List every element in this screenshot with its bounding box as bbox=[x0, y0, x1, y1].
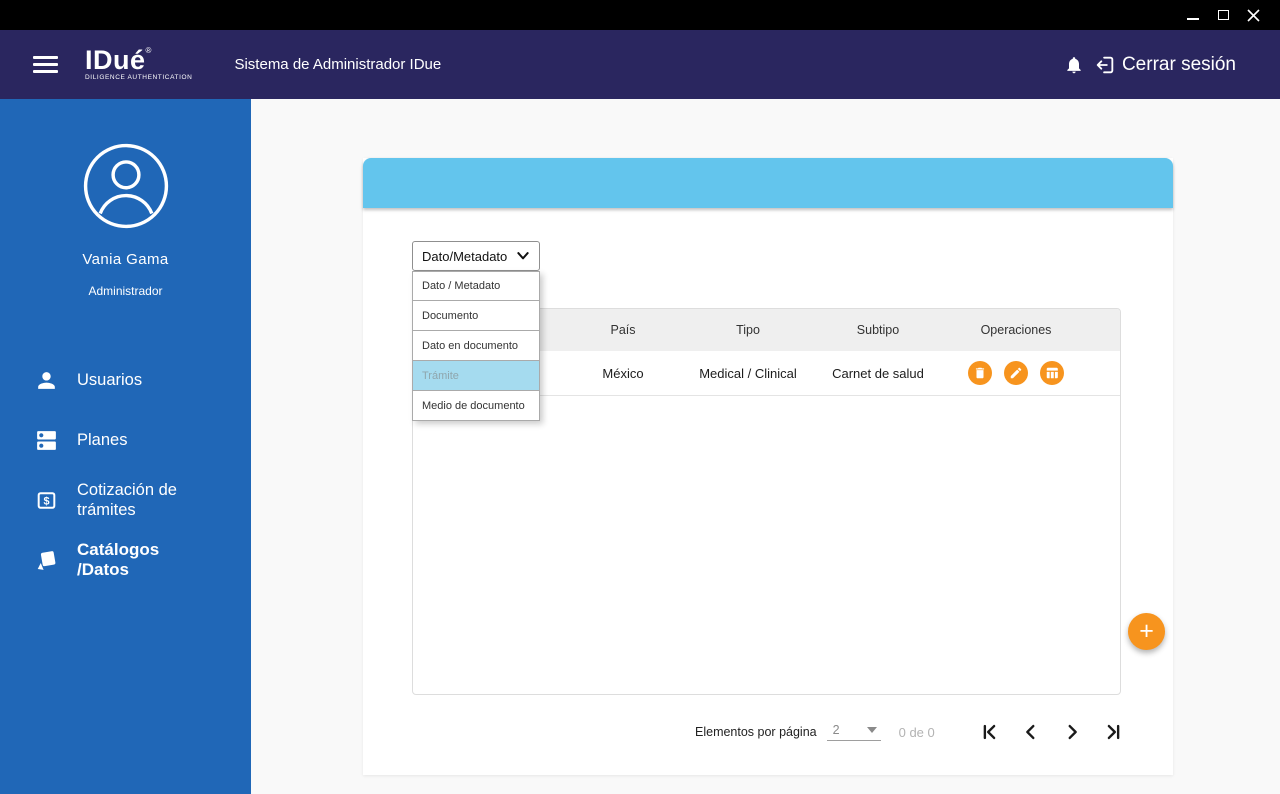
logout-button[interactable]: Cerrar sesión bbox=[1094, 54, 1236, 76]
items-per-page-value: 2 bbox=[832, 723, 840, 737]
previous-page-button[interactable] bbox=[1020, 721, 1042, 743]
logout-label: Cerrar sesión bbox=[1121, 53, 1236, 75]
trash-icon bbox=[975, 367, 985, 379]
app-title: Sistema de Administrador IDue bbox=[234, 56, 442, 73]
menu-option-dato-en-documento[interactable]: Dato en documento bbox=[412, 331, 540, 361]
catalog-icon bbox=[37, 550, 56, 570]
column-header-subtipo: Subtipo bbox=[856, 323, 900, 337]
users-icon bbox=[38, 371, 55, 389]
plans-icon bbox=[37, 430, 56, 450]
add-button[interactable]: + bbox=[1128, 613, 1165, 650]
menu-option-tramite[interactable]: Trámite bbox=[412, 361, 540, 391]
registered-mark: ® bbox=[145, 46, 152, 56]
page-range: 0 de 0 bbox=[898, 724, 935, 740]
cell-pais: México bbox=[602, 365, 644, 381]
close-icon bbox=[1246, 8, 1260, 22]
column-header-pais: País bbox=[610, 323, 636, 337]
menu-option-documento[interactable]: Documento bbox=[412, 301, 540, 331]
app-header: IDué® DILIGENCE AUTHENTICATION Sistema d… bbox=[0, 30, 1280, 99]
table-columns-icon bbox=[1046, 367, 1058, 379]
sidebar-nav: Usuarios Planes $ Cotización de trámites… bbox=[0, 360, 251, 600]
close-button[interactable] bbox=[1238, 0, 1268, 30]
delete-button[interactable] bbox=[968, 361, 992, 385]
notifications-icon[interactable] bbox=[1064, 54, 1084, 76]
catalog-type-select[interactable]: Dato/Metadato bbox=[412, 241, 540, 271]
logo-text: IDué bbox=[85, 45, 146, 76]
next-page-button[interactable] bbox=[1061, 721, 1083, 743]
sidebar-item-usuarios[interactable]: Usuarios bbox=[0, 360, 251, 400]
chevron-left-icon bbox=[1025, 724, 1035, 740]
pencil-icon bbox=[1010, 367, 1022, 379]
window-title-bar bbox=[0, 0, 1280, 30]
menu-toggle-button[interactable] bbox=[33, 56, 58, 73]
maximize-button[interactable] bbox=[1208, 0, 1238, 30]
cell-tipo: Medical / Clinical bbox=[699, 365, 797, 381]
catalog-type-select-value: Dato/Metadato bbox=[422, 248, 508, 264]
last-page-button[interactable] bbox=[1102, 721, 1124, 743]
maximize-icon bbox=[1217, 10, 1229, 20]
sidebar-item-label: Catálogos /Datos bbox=[77, 540, 160, 579]
minimize-button[interactable] bbox=[1178, 0, 1208, 30]
card-header-band bbox=[363, 158, 1173, 208]
quote-icon: $ bbox=[37, 491, 56, 509]
sidebar-item-cotizacion[interactable]: $ Cotización de trámites bbox=[0, 480, 251, 520]
sidebar-item-label: Usuarios bbox=[77, 371, 143, 389]
minimize-icon bbox=[1187, 18, 1199, 20]
sidebar-item-label: Cotización de trámites bbox=[77, 481, 177, 519]
items-per-page-label: Elementos por página bbox=[695, 725, 817, 739]
items-per-page-select[interactable]: 2 bbox=[826, 723, 881, 741]
sidebar-item-planes[interactable]: Planes bbox=[0, 420, 251, 460]
dropdown-arrow-icon bbox=[866, 727, 877, 733]
sidebar: Vania Gama Administrador Usuarios Planes… bbox=[0, 99, 251, 794]
chevron-down-icon bbox=[517, 252, 529, 260]
user-name: Vania Gama bbox=[82, 251, 169, 268]
logo-subtitle: DILIGENCE AUTHENTICATION bbox=[85, 74, 193, 82]
sidebar-item-label: Planes bbox=[77, 431, 128, 449]
row-operations bbox=[948, 361, 1120, 385]
first-page-button[interactable] bbox=[979, 721, 1001, 743]
pagination: Elementos por página 2 0 de 0 bbox=[695, 715, 1124, 749]
user-avatar-icon bbox=[83, 143, 168, 229]
last-page-icon bbox=[1107, 724, 1120, 740]
sidebar-item-catalogos[interactable]: Catálogos /Datos bbox=[0, 540, 251, 580]
cell-subtipo: Carnet de salud bbox=[832, 365, 924, 381]
user-role: Administrador bbox=[88, 284, 163, 298]
edit-button[interactable] bbox=[1004, 361, 1028, 385]
catalog-type-menu: Dato / Metadato Documento Dato en docume… bbox=[412, 271, 540, 421]
svg-text:$: $ bbox=[43, 495, 49, 507]
main-content: Dato/Metadato Dato / Metadato Documento … bbox=[251, 99, 1280, 794]
app-logo: IDué® DILIGENCE AUTHENTICATION bbox=[85, 47, 192, 82]
logout-icon bbox=[1096, 56, 1114, 73]
column-header-tipo: Tipo bbox=[736, 323, 760, 337]
chevron-right-icon bbox=[1068, 724, 1077, 740]
menu-option-dato-metadato[interactable]: Dato / Metadato bbox=[412, 271, 540, 301]
first-page-icon bbox=[983, 724, 996, 740]
columns-button[interactable] bbox=[1040, 361, 1064, 385]
column-header-operaciones: Operaciones bbox=[980, 323, 1052, 337]
menu-option-medio-de-documento[interactable]: Medio de documento bbox=[412, 391, 540, 421]
